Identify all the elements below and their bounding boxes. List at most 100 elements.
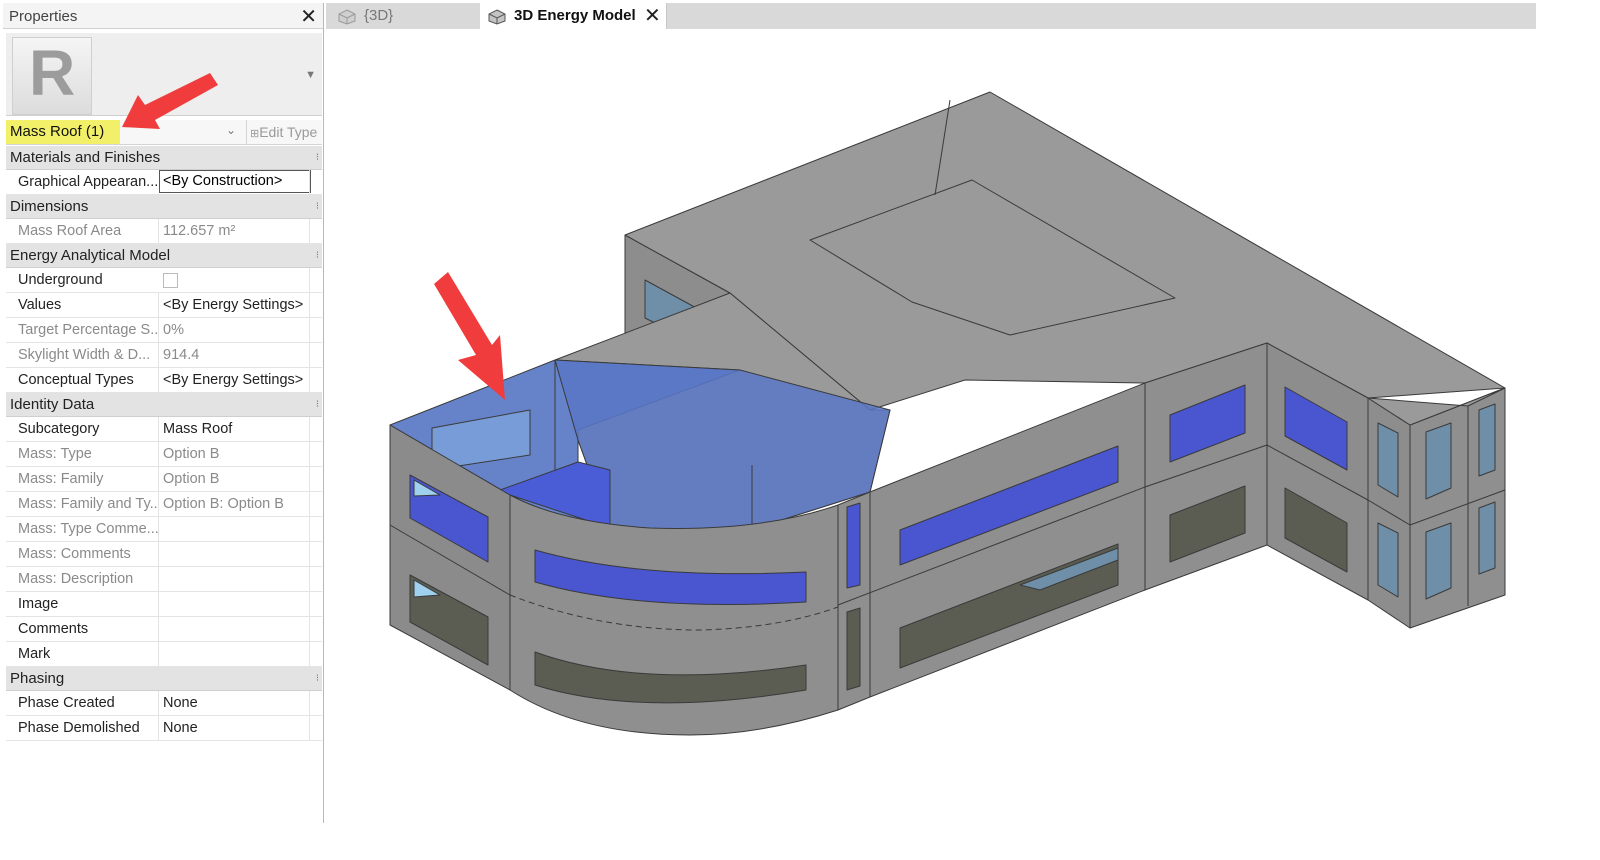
tab-3d-energy-model[interactable]: 3D Energy Model ✕ [480, 3, 667, 29]
row-scroll-gutter [309, 368, 322, 392]
property-name: Phase Created [18, 695, 115, 711]
property-name: Graphical Appearan... [18, 174, 158, 190]
annotation-arrow [434, 272, 505, 400]
property-row: Image [6, 592, 322, 617]
property-value[interactable] [158, 642, 308, 666]
property-value: Option B [158, 467, 308, 491]
glazing [1377, 422, 1399, 498]
property-group-label: Materials and Finishes [10, 149, 161, 166]
property-value[interactable]: <By Construction> [159, 170, 311, 193]
property-value[interactable] [158, 617, 308, 641]
property-group-label: Energy Analytical Model [10, 247, 171, 264]
close-icon[interactable]: ✕ [644, 3, 661, 29]
row-scroll-gutter [309, 219, 322, 243]
property-row: Mass: Description [6, 567, 322, 592]
row-scroll-gutter [309, 293, 322, 317]
property-row: Graphical Appearan... <By Construction> [6, 170, 322, 195]
property-name: Target Percentage S... [18, 322, 158, 338]
energy-model-render [389, 91, 1506, 736]
property-group-header[interactable]: Materials and Finishes ⁝ [6, 146, 322, 170]
property-group-header[interactable]: Phasing ⁝ [6, 667, 322, 691]
property-row: Mass: Type Comme... [6, 517, 322, 542]
property-row: Mass: Family Option B [6, 467, 322, 492]
property-name: Subcategory [18, 421, 100, 437]
property-name: Mass: Description [18, 571, 134, 587]
glazing [1478, 403, 1496, 477]
property-value[interactable]: <By Energy Settings> [158, 293, 308, 317]
row-scroll-gutter [309, 642, 322, 666]
glazing [1425, 422, 1452, 500]
row-scroll-gutter [309, 716, 322, 740]
edit-type-icon: ⊞ [250, 128, 260, 140]
glazing [846, 502, 861, 589]
property-value: 914.4 [158, 343, 308, 367]
property-row: Mark [6, 642, 322, 667]
edit-type-label: Edit Type [259, 124, 318, 140]
property-value [158, 542, 308, 566]
row-scroll-gutter [309, 617, 322, 641]
collapse-icon[interactable]: ⁝ [316, 667, 319, 690]
property-group-label: Identity Data [10, 396, 95, 413]
row-scroll-gutter [309, 318, 322, 342]
property-name: Image [18, 596, 59, 612]
glazing [1425, 522, 1452, 600]
properties-title: Properties [9, 8, 78, 25]
underground-checkbox[interactable] [163, 273, 178, 288]
property-value[interactable]: None [158, 691, 308, 715]
property-row: Mass: Type Option B [6, 442, 322, 467]
row-scroll-gutter [309, 268, 322, 292]
property-name: Mass: Type Comme... [18, 521, 158, 537]
glazing [846, 607, 861, 691]
property-group-header[interactable]: Energy Analytical Model ⁝ [6, 244, 322, 268]
properties-grid: Materials and Finishes ⁝ Graphical Appeara… [6, 146, 322, 741]
3d-viewport[interactable] [326, 29, 1536, 829]
revit-logo: R [12, 37, 92, 115]
property-name: Mass: Comments [18, 546, 131, 562]
property-name: Conceptual Types [18, 372, 134, 388]
property-name: Mass Roof Area [18, 223, 122, 239]
property-group-header[interactable]: Identity Data ⁝ [6, 393, 322, 417]
collapse-icon[interactable]: ⁝ [316, 195, 319, 218]
property-name: Comments [18, 621, 89, 637]
property-name: Underground [18, 272, 103, 288]
property-value[interactable]: None [158, 716, 308, 740]
row-scroll-gutter [309, 691, 322, 715]
tab-3d[interactable]: {3D} [330, 3, 480, 29]
property-row: Mass: Family and Ty... Option B: Option B [6, 492, 322, 517]
instance-filter-dropdown[interactable]: Mass Roof (1) [6, 120, 120, 144]
property-row: Phase Created None [6, 691, 322, 716]
row-scroll-gutter [309, 492, 322, 516]
property-group-label: Dimensions [10, 198, 89, 215]
collapse-icon[interactable]: ⁝ [316, 146, 319, 169]
property-group-header[interactable]: Dimensions ⁝ [6, 195, 322, 219]
chevron-down-icon[interactable]: ▼ [305, 69, 316, 81]
property-value: Option B [158, 442, 308, 466]
property-row: Subcategory Mass Roof [6, 417, 322, 442]
row-scroll-gutter [309, 567, 322, 591]
property-value[interactable]: <By Energy Settings> [158, 368, 308, 392]
property-group-label: Phasing [10, 670, 65, 687]
property-value [158, 567, 308, 591]
property-value[interactable]: Mass Roof [158, 417, 308, 441]
glazing [1478, 501, 1496, 575]
chevron-down-icon[interactable]: ⌄ [226, 123, 236, 137]
property-value: Option B: Option B [158, 492, 308, 516]
property-value[interactable] [158, 592, 308, 616]
property-row: Phase Demolished None [6, 716, 322, 741]
collapse-icon[interactable]: ⁝ [316, 244, 319, 267]
property-row: Mass: Comments [6, 542, 322, 567]
close-icon[interactable]: ✕ [300, 4, 317, 29]
property-name: Mass: Family and Ty... [18, 496, 158, 512]
property-row: Comments [6, 617, 322, 642]
view-tab-bar: {3D} 3D Energy Model ✕ [326, 3, 1536, 29]
property-name: Values [18, 297, 62, 313]
collapse-icon[interactable]: ⁝ [316, 393, 319, 416]
row-scroll-gutter [309, 343, 322, 367]
property-row: Target Percentage S... 0% [6, 318, 322, 343]
edit-type-button[interactable]: ⊞Edit Type [246, 120, 326, 144]
row-scroll-gutter [309, 442, 322, 466]
properties-title-bar: Properties ✕ [3, 3, 323, 29]
property-name: Mass: Type [18, 446, 92, 462]
row-scroll-gutter [309, 417, 322, 441]
property-value [158, 517, 308, 541]
